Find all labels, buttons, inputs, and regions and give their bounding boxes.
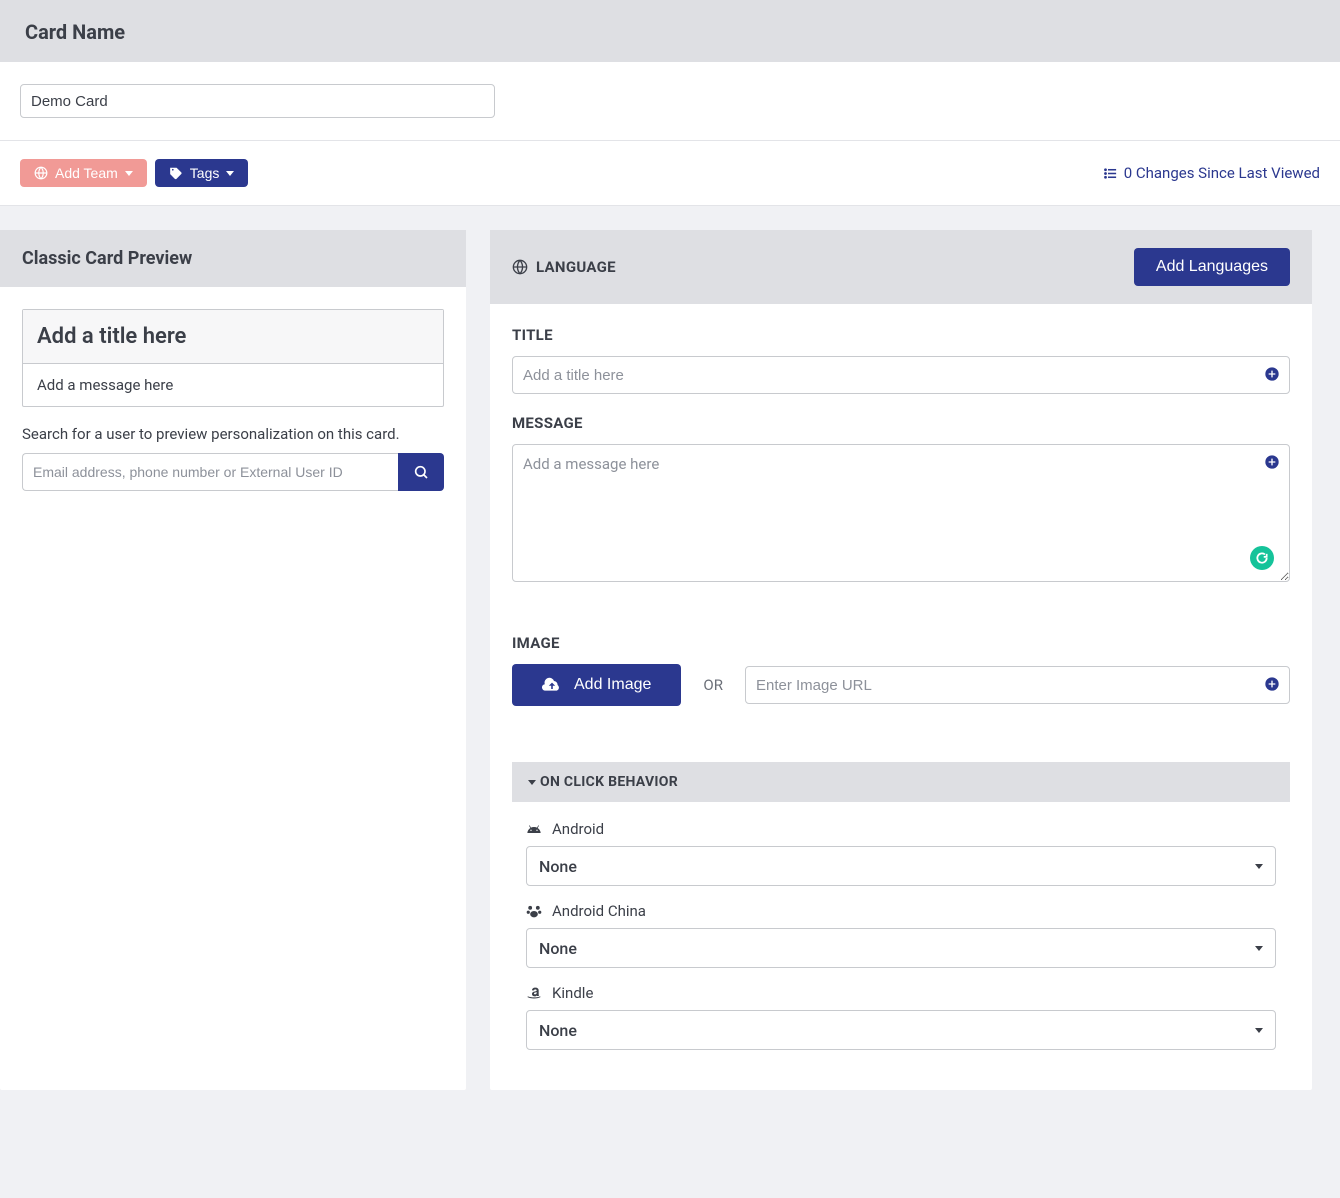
language-label: LANGUAGE (536, 258, 616, 276)
chevron-down-icon (1255, 1028, 1263, 1033)
tags-label: Tags (190, 165, 220, 181)
platform-select-android-china[interactable]: None (526, 928, 1276, 968)
card-name-title: Card Name (25, 20, 1315, 44)
chevron-down-icon (1255, 864, 1263, 869)
title-input-wrap (512, 356, 1290, 394)
select-value: None (539, 939, 577, 958)
image-url-wrap (745, 666, 1290, 704)
platform-row-android: Android None (526, 820, 1276, 886)
tags-button[interactable]: Tags (155, 159, 249, 187)
add-image-button[interactable]: Add Image (512, 664, 681, 706)
image-label: IMAGE (512, 634, 1290, 652)
preview-search-label: Search for a user to preview personaliza… (22, 425, 444, 443)
click-header[interactable]: ON CLICK BEHAVIOR (512, 762, 1290, 802)
card-name-input[interactable] (20, 84, 495, 118)
preview-panel: Classic Card Preview Add a title here Ad… (0, 230, 466, 1090)
changes-text: 0 Changes Since Last Viewed (1124, 164, 1320, 182)
tag-icon (169, 166, 183, 180)
platform-label: Kindle (526, 984, 1276, 1002)
preview-header: Classic Card Preview (0, 230, 466, 287)
editor-panel: LANGUAGE Add Languages TITLE MESSAGE (490, 230, 1312, 1090)
language-header: LANGUAGE Add Languages (490, 230, 1312, 304)
grammarly-icon[interactable] (1250, 546, 1274, 570)
android-icon (526, 823, 542, 835)
toolbar-left: Add Team Tags (20, 159, 248, 187)
message-input-wrap (512, 444, 1290, 586)
platform-name: Android (552, 820, 604, 838)
click-section: ON CLICK BEHAVIOR Android None (512, 762, 1290, 1068)
plus-circle-icon[interactable] (1264, 366, 1280, 382)
title-input[interactable] (512, 356, 1290, 394)
chevron-down-icon (125, 171, 133, 176)
preview-card-message: Add a message here (23, 364, 443, 406)
title-label: TITLE (512, 326, 1290, 344)
platform-label: Android (526, 820, 1276, 838)
card-name-header: Card Name (0, 0, 1340, 62)
editor-body: TITLE MESSAGE IMAGE (490, 304, 1312, 1090)
add-team-label: Add Team (55, 165, 118, 181)
add-languages-label: Add Languages (1156, 258, 1268, 275)
paw-icon (526, 904, 542, 918)
platform-label: Android China (526, 902, 1276, 920)
platform-name: Kindle (552, 984, 593, 1002)
platform-row-kindle: Kindle None (526, 984, 1276, 1050)
content-columns: Classic Card Preview Add a title here Ad… (0, 206, 1340, 1090)
message-input[interactable] (512, 444, 1290, 582)
select-value: None (539, 857, 577, 876)
preview-title: Classic Card Preview (22, 248, 192, 269)
image-row: Add Image OR (512, 664, 1290, 706)
list-icon (1103, 166, 1118, 181)
preview-search-row (22, 453, 444, 491)
changes-link[interactable]: 0 Changes Since Last Viewed (1103, 164, 1320, 182)
chevron-down-icon (1255, 946, 1263, 951)
globe-icon (34, 166, 48, 180)
preview-card-title: Add a title here (23, 310, 443, 364)
amazon-icon (526, 986, 542, 1000)
click-label: ON CLICK BEHAVIOR (540, 774, 678, 790)
plus-circle-icon[interactable] (1264, 676, 1280, 692)
add-languages-button[interactable]: Add Languages (1134, 248, 1290, 286)
platform-row-android-china: Android China None (526, 902, 1276, 968)
message-label: MESSAGE (512, 414, 1290, 432)
globe-icon (512, 259, 528, 275)
chevron-down-icon (226, 171, 234, 176)
preview-card: Add a title here Add a message here (22, 309, 444, 407)
platform-name: Android China (552, 902, 646, 920)
preview-search-input[interactable] (22, 453, 398, 491)
language-label-wrap: LANGUAGE (512, 258, 616, 276)
card-name-row (0, 62, 1340, 141)
platform-select-kindle[interactable]: None (526, 1010, 1276, 1050)
select-value: None (539, 1021, 577, 1040)
plus-circle-icon[interactable] (1264, 454, 1280, 470)
add-image-label: Add Image (574, 676, 651, 694)
caret-down-icon (528, 780, 536, 785)
add-team-button[interactable]: Add Team (20, 159, 147, 187)
platform-select-android[interactable]: None (526, 846, 1276, 886)
or-text: OR (703, 676, 723, 694)
search-icon (413, 464, 429, 480)
toolbar: Add Team Tags 0 Changes Since Last Viewe… (0, 141, 1340, 206)
image-url-input[interactable] (745, 666, 1290, 704)
preview-search-button[interactable] (398, 453, 444, 491)
cloud-upload-icon (542, 677, 562, 693)
click-body: Android None Android China (512, 802, 1290, 1068)
preview-body: Add a title here Add a message here Sear… (0, 287, 466, 513)
